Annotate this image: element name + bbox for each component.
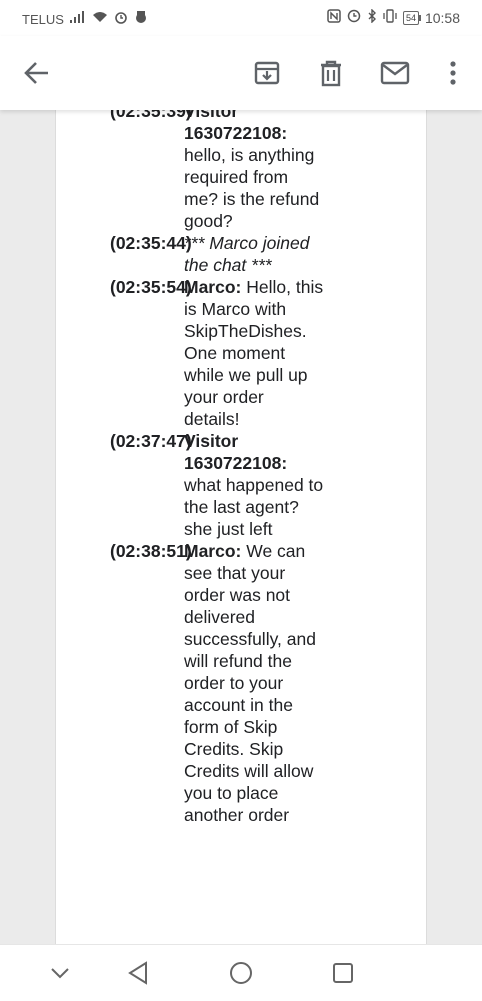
chat-text: *** Marco joined the chat *** (184, 233, 310, 275)
chat-entry: (02:38:51) Marco: We can see that your or… (56, 540, 426, 826)
mail-icon (380, 61, 410, 85)
chat-timestamp: (02:38:51) (110, 541, 192, 561)
chat-text: Hello, this is Marco with SkipTheDishes.… (184, 277, 324, 429)
square-recents-icon (333, 963, 353, 983)
delete-button[interactable] (314, 56, 348, 90)
mark-unread-button[interactable] (378, 56, 412, 90)
carrier-label: TELUS (22, 11, 64, 27)
app-notification-icon (134, 10, 148, 28)
chat-message: Marco: We can see that your order was no… (184, 540, 324, 826)
chat-transcript: chat ***(02:35:39)Visitor 1630722108: he… (56, 110, 426, 826)
nav-recents-button[interactable] (329, 959, 357, 987)
chat-sender: Visitor 1630722108: (184, 110, 288, 143)
clock-label: 10:58 (424, 10, 460, 26)
triangle-back-icon (128, 961, 147, 985)
chat-sender: Marco: (184, 277, 242, 297)
alarm-icon (114, 10, 128, 28)
nav-back-button[interactable] (124, 959, 152, 987)
back-button[interactable] (20, 56, 54, 90)
chevron-down-icon (51, 968, 69, 979)
chat-sender: Marco: (184, 541, 242, 561)
chat-timestamp: (02:37:47) (110, 431, 192, 451)
email-toolbar (0, 36, 482, 110)
chat-entry: (02:35:44) *** Marco joined the chat *** (56, 232, 426, 276)
nav-home-button[interactable] (227, 959, 255, 987)
chat-text: We can see that your order was not deliv… (184, 541, 316, 825)
email-body[interactable]: chat ***(02:35:39)Visitor 1630722108: he… (0, 110, 482, 944)
vibrate-icon (383, 9, 397, 27)
chat-message: Marco: Hello, this is Marco with SkipThe… (184, 276, 324, 430)
chat-timestamp: (02:35:44) (110, 233, 192, 253)
archive-icon (254, 61, 280, 85)
chat-sender: Visitor 1630722108: (184, 431, 288, 473)
chat-entry: (02:37:47) Visitor 1630722108: what happe… (56, 430, 426, 540)
circle-home-icon (230, 962, 252, 984)
more-options-button[interactable] (436, 56, 470, 90)
chat-transcript-card: chat ***(02:35:39)Visitor 1630722108: he… (55, 110, 427, 944)
more-vert-icon (450, 61, 456, 85)
wifi-icon (92, 11, 108, 27)
arrow-left-icon (24, 62, 48, 84)
system-nav-bar (0, 944, 482, 1001)
nfc-icon (327, 9, 341, 27)
bluetooth-icon (367, 8, 377, 27)
chat-message: Visitor 1630722108: hello, is anything r… (184, 110, 324, 232)
trash-icon (321, 60, 341, 87)
battery-icon: 54 (402, 11, 421, 25)
chat-system-message: *** Marco joined the chat *** (184, 232, 324, 276)
chat-text: what happened to the last agent? she jus… (184, 475, 324, 539)
status-bar: TELUS 54 10:58 (0, 0, 482, 36)
hide-nav-button[interactable] (46, 959, 74, 987)
chat-message: Visitor 1630722108: what happened to the… (184, 430, 324, 540)
signal-icon (69, 11, 86, 27)
chat-timestamp: (02:35:54) (110, 277, 192, 297)
chat-entry: (02:35:54) Marco: Hello, this is Marco wi… (56, 276, 426, 430)
chat-timestamp: (02:35:39) (110, 110, 192, 121)
archive-button[interactable] (250, 56, 284, 90)
alarm-clock-icon (347, 9, 361, 27)
chat-entry: (02:35:39) Visitor 1630722108: hello, is … (56, 110, 426, 232)
chat-text: hello, is anything required from me? is … (184, 145, 320, 231)
